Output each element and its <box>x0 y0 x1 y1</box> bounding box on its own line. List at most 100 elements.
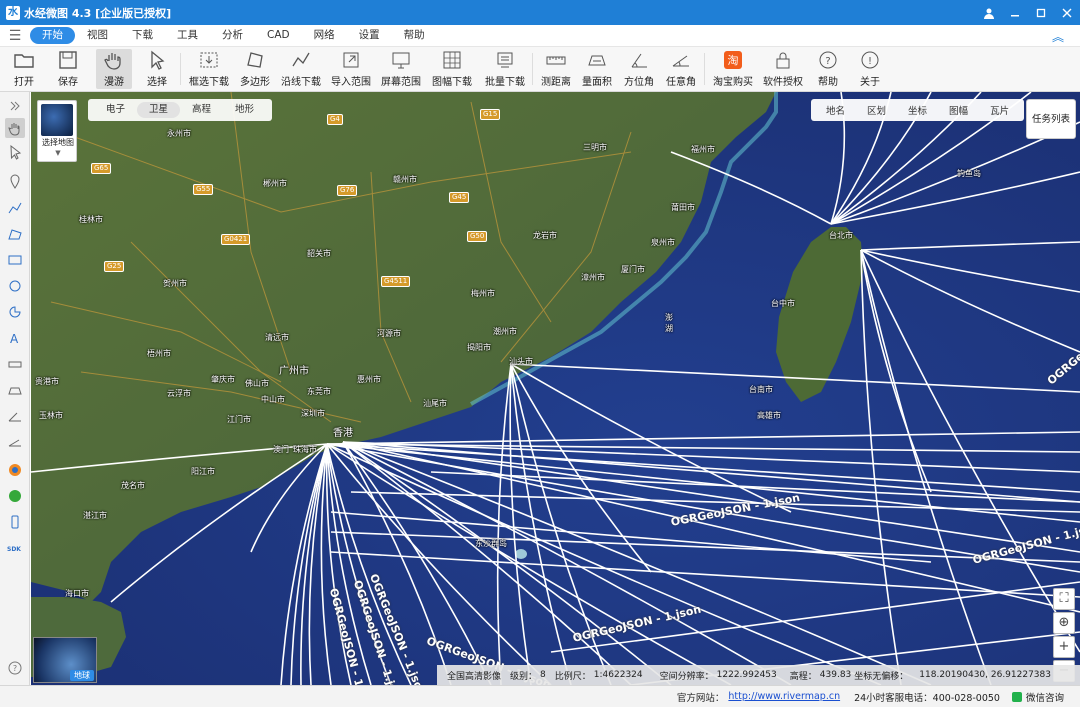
batch-download-button[interactable]: 批量下载 <box>484 49 526 89</box>
place-label: 钓鱼岛 <box>957 169 981 178</box>
road-shield: G25 <box>104 261 125 272</box>
rectangle-tool-icon[interactable] <box>5 250 25 270</box>
close-button[interactable] <box>1054 0 1080 25</box>
minimize-button[interactable] <box>1002 0 1028 25</box>
menu-download[interactable]: 下载 <box>120 27 165 44</box>
layer-color-icon[interactable] <box>5 460 25 480</box>
pan-button[interactable]: 漫游 <box>96 49 132 89</box>
map-canvas[interactable]: 福州市 三明市 莆田市 泉州市 厦门市 漳州市 龙岩市 赣州市 郴州市 永州市 … <box>31 92 1080 685</box>
map-type-terrain[interactable]: 地形 <box>223 102 266 118</box>
place-label: 龙岩市 <box>533 231 557 240</box>
circle-tool-icon[interactable] <box>5 276 25 296</box>
select-tool-icon[interactable] <box>5 142 25 162</box>
hamburger-menu-icon[interactable]: ☰ <box>0 28 30 44</box>
open-button[interactable]: 打开 <box>8 49 40 89</box>
svg-text:?: ? <box>825 56 830 67</box>
menu-start[interactable]: 开始 <box>30 27 75 44</box>
zoom-in-button[interactable]: + <box>1053 636 1075 658</box>
area-tool-icon[interactable] <box>5 380 25 400</box>
road-shield: G55 <box>193 184 214 195</box>
menu-view[interactable]: 视图 <box>75 27 120 44</box>
maximize-button[interactable] <box>1028 0 1054 25</box>
menu-tools[interactable]: 工具 <box>165 27 210 44</box>
basemap-selector[interactable]: 选择地图 ▼ <box>37 100 77 162</box>
place-label: 福州市 <box>691 145 715 154</box>
hand-tool-icon[interactable] <box>5 118 25 138</box>
place-label: 云浮市 <box>167 389 191 398</box>
ribbon-toolbar: 打开 保存 漫游 选择 框选下载 多边形 沿线下载 导入范围 屏幕范围 图幅下载… <box>0 47 1080 92</box>
place-label: 潮州市 <box>493 327 517 336</box>
place-label: 永州市 <box>167 129 191 138</box>
polygon-tool-icon[interactable] <box>5 224 25 244</box>
green-tool-icon[interactable] <box>5 486 25 506</box>
hotline-text: 24小时客服电话：400-028-0050 <box>854 692 1000 704</box>
help-button[interactable]: ? 帮助 <box>814 49 842 89</box>
place-label: 梧州市 <box>147 349 171 358</box>
save-icon <box>59 51 77 69</box>
locate-icon[interactable]: ⊕ <box>1053 612 1075 634</box>
user-icon[interactable] <box>976 0 1002 25</box>
task-list-button[interactable]: 任务列表 <box>1026 99 1076 139</box>
line-download-button[interactable]: 沿线下载 <box>280 49 322 89</box>
map-type-electronic[interactable]: 电子 <box>94 102 137 118</box>
taobao-buy-button[interactable]: 淘 淘宝购买 <box>712 49 754 89</box>
license-button[interactable]: 软件授权 <box>762 49 804 89</box>
ruler-tool-icon[interactable] <box>5 354 25 374</box>
measure-area-button[interactable]: 量面积 <box>582 49 612 89</box>
menu-cad[interactable]: CAD <box>255 27 302 44</box>
expand-panel-icon[interactable] <box>5 96 25 116</box>
any-angle-button[interactable]: 任意角 <box>666 49 696 89</box>
earth-view-thumbnail[interactable]: 地球 <box>33 637 97 683</box>
marker-tool-icon[interactable] <box>5 172 25 192</box>
text-tool-icon[interactable]: A <box>5 328 25 348</box>
website-link[interactable]: http://www.rivermap.cn <box>728 691 840 702</box>
place-label: 郴州市 <box>263 179 287 188</box>
fullscreen-icon[interactable]: ⛶ <box>1053 588 1075 610</box>
cable-line <box>860 249 1080 293</box>
svg-text:SDK: SDK <box>7 546 21 553</box>
overlay-coordinates[interactable]: 坐标 <box>897 103 938 117</box>
overlay-tiles[interactable]: 瓦片 <box>979 103 1020 117</box>
place-label: 佛山市 <box>245 379 269 388</box>
map-type-satellite[interactable]: 卫星 <box>137 102 181 118</box>
screen-range-button[interactable]: 屏幕范围 <box>380 49 422 89</box>
help-circle-icon[interactable]: ? <box>5 658 25 678</box>
wechat-link[interactable]: 微信咨询 <box>1026 690 1064 704</box>
menu-settings[interactable]: 设置 <box>347 27 392 44</box>
import-range-button[interactable]: 导入范围 <box>330 49 372 89</box>
measure-distance-button[interactable]: 测距离 <box>540 49 572 89</box>
sector-tool-icon[interactable] <box>5 302 25 322</box>
map-type-elevation[interactable]: 高程 <box>180 102 223 118</box>
title-bar: 水 水经微图 4.3 [企业版已授权] <box>0 0 1080 25</box>
menu-help[interactable]: 帮助 <box>392 27 437 44</box>
about-button[interactable]: ! 关于 <box>856 49 884 89</box>
mobile-icon[interactable] <box>5 512 25 532</box>
azimuth-tool-icon[interactable] <box>5 406 25 426</box>
overlay-districts[interactable]: 区划 <box>856 103 897 117</box>
menu-analysis[interactable]: 分析 <box>210 27 255 44</box>
place-label: 台南市 <box>749 385 773 394</box>
overlay-sheets[interactable]: 图幅 <box>938 103 979 117</box>
place-label: 澳门 <box>273 445 289 454</box>
overlay-place-names[interactable]: 地名 <box>815 103 856 117</box>
status-bar: 官方网站： http://www.rivermap.cn 24小时客服电话：40… <box>0 685 1080 707</box>
menu-network[interactable]: 网络 <box>302 27 347 44</box>
help-icon: ? <box>819 51 837 69</box>
place-label: 东莞市 <box>307 387 331 396</box>
monitor-icon <box>392 52 410 69</box>
polyline-tool-icon[interactable] <box>5 198 25 218</box>
collapse-ribbon-icon[interactable]: ︽ <box>1052 28 1064 45</box>
sdk-icon[interactable]: SDK <box>5 538 25 558</box>
place-label: 珠海市 <box>293 445 317 454</box>
azimuth-button[interactable]: 方位角 <box>624 49 654 89</box>
save-button[interactable]: 保存 <box>54 49 82 89</box>
place-label: 深圳市 <box>301 409 325 418</box>
place-label: 揭阳市 <box>467 343 491 352</box>
box-download-button[interactable]: 框选下载 <box>188 49 230 89</box>
menu-bar: ☰ 开始 视图 下载 工具 分析 CAD 网络 设置 帮助 ︽ <box>0 25 1080 47</box>
angle-tool-icon[interactable] <box>5 432 25 452</box>
select-button[interactable]: 选择 <box>142 49 172 89</box>
polygon-button[interactable]: 多边形 <box>238 49 272 89</box>
sheet-download-button[interactable]: 图幅下载 <box>430 49 474 89</box>
cable-line <box>330 511 932 563</box>
